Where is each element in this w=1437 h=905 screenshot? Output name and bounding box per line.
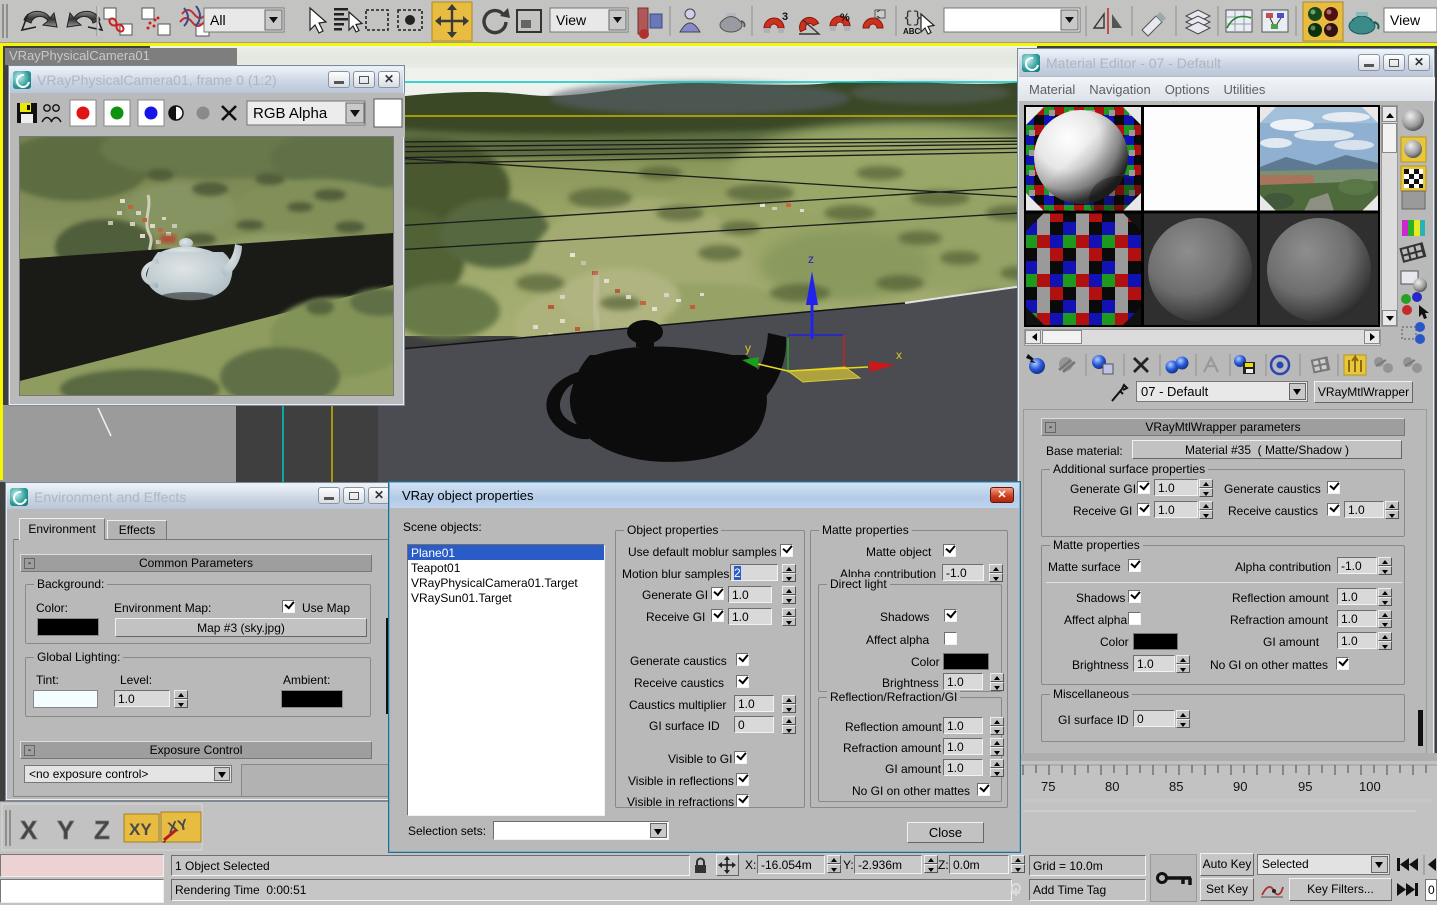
svg-text:All: All (210, 12, 226, 28)
svg-text:80: 80 (1105, 779, 1119, 794)
svg-text:{}: {} (903, 9, 922, 27)
svg-text:75: 75 (1041, 779, 1055, 794)
svg-text:X: X (20, 815, 38, 845)
svg-text:XY: XY (129, 820, 152, 839)
svg-text:ABC: ABC (903, 27, 921, 36)
svg-text:95: 95 (1298, 779, 1312, 794)
svg-text:y: y (745, 341, 751, 355)
svg-text:%: % (840, 12, 850, 24)
svg-text:x: x (896, 348, 902, 362)
svg-text:z: z (808, 252, 814, 266)
svg-text:Z: Z (94, 815, 110, 845)
svg-text:View: View (556, 12, 587, 28)
svg-text:85: 85 (1169, 779, 1183, 794)
svg-text:View: View (1390, 12, 1421, 28)
svg-text:RGB Alpha: RGB Alpha (253, 105, 328, 122)
svg-text:3: 3 (782, 11, 788, 23)
svg-text:100: 100 (1359, 779, 1381, 794)
svg-text:90: 90 (1233, 779, 1247, 794)
svg-text:Y: Y (57, 815, 74, 845)
